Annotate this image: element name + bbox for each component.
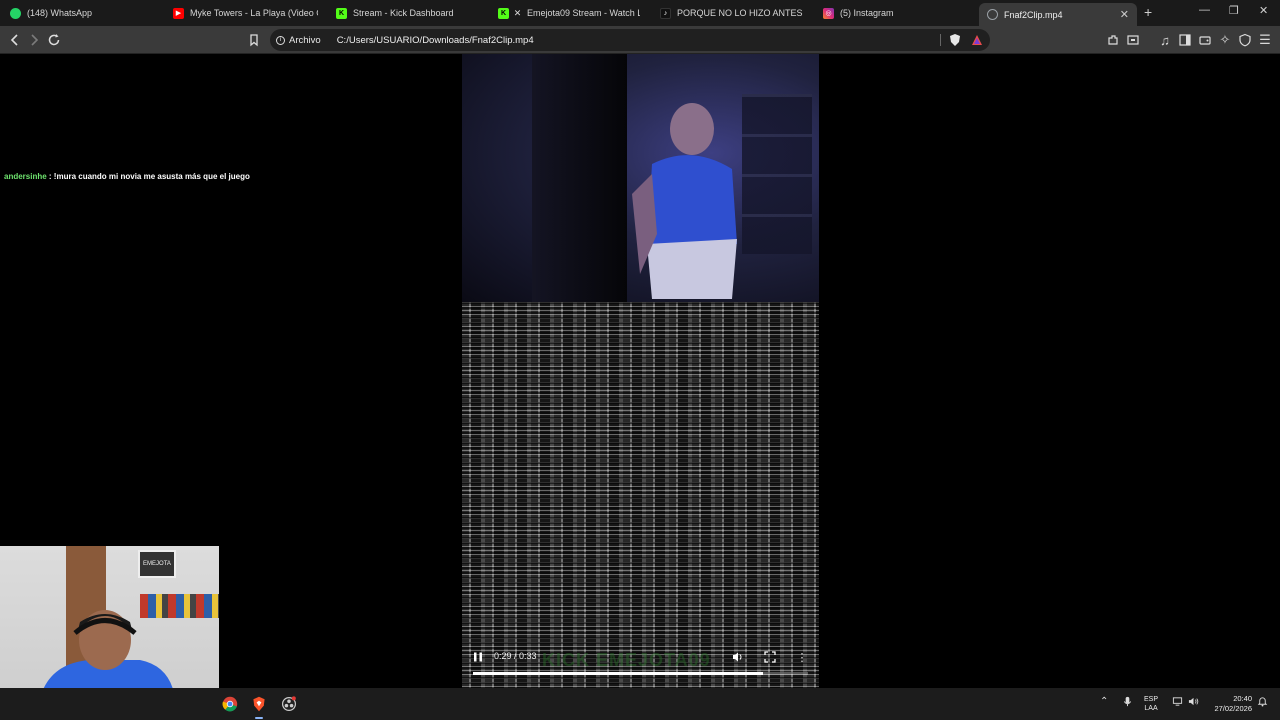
new-tab-button[interactable]: + [1144, 4, 1152, 20]
input-language-indicator[interactable]: ESP LAA [1144, 695, 1158, 713]
speaker-icon[interactable] [1188, 696, 1199, 710]
fullscreen-button[interactable] [762, 649, 778, 665]
notifications-icon[interactable] [1257, 696, 1268, 710]
tab-title: (148) WhatsApp [27, 8, 93, 18]
tab-instagram[interactable]: ◎ (5) Instagram [823, 0, 963, 26]
reload-icon [48, 34, 60, 46]
network-icon[interactable] [1172, 696, 1183, 710]
fullscreen-icon [764, 651, 776, 663]
bookmark-icon [250, 34, 258, 47]
video-player[interactable]: KICK EMEJOTA09 0:29 / 0:33 ⋮ [462, 54, 819, 688]
site-info-label: Archivo [289, 34, 321, 46]
menu-icon[interactable]: ☰ [1256, 31, 1274, 49]
muted-icon[interactable]: ✕ [512, 8, 523, 19]
restore-button[interactable]: ❐ [1229, 4, 1239, 17]
volume-icon [733, 652, 742, 662]
close-window-button[interactable]: ✕ [1259, 4, 1268, 17]
site-info-button[interactable]: i Archivo [276, 35, 321, 46]
leo-ai-icon[interactable]: ✧ [1216, 31, 1234, 49]
video-controls: 0:29 / 0:33 ⋮ [462, 642, 819, 688]
system-clock[interactable]: 20:40 27/02/2026 [1206, 694, 1252, 714]
divider [940, 34, 941, 46]
tab-title: Emejota09 Stream - Watch Live o [527, 8, 640, 18]
tab-youtube[interactable]: ▶ Myke Towers - La Playa (Video Oficial [173, 0, 318, 26]
kick-icon: K [336, 7, 347, 19]
tiktok-icon: ♪ [660, 7, 671, 19]
info-icon: i [276, 35, 285, 45]
whatsapp-icon [10, 7, 21, 19]
obs-taskbar-icon[interactable] [279, 694, 299, 714]
extensions-icon[interactable] [1104, 31, 1122, 49]
wallet-icon[interactable] [1196, 31, 1214, 49]
tab-title: Stream - Kick Dashboard [353, 8, 454, 18]
chat-username: andersinhe [4, 172, 47, 181]
tab-kick-stream[interactable]: K ✕ Emejota09 Stream - Watch Live o [498, 0, 640, 26]
streamer-figure [43, 610, 173, 688]
globe-icon [987, 9, 998, 20]
tab-whatsapp[interactable]: (148) WhatsApp [10, 0, 160, 26]
url-text[interactable]: C:/Users/USUARIO/Downloads/Fnaf2Clip.mp4 [337, 35, 534, 46]
video-frame-scene [462, 54, 819, 302]
forward-arrow-icon [31, 34, 39, 46]
browser-toolbar: i Archivo C:/Users/USUARIO/Downloads/Fna… [0, 26, 1280, 54]
vpn-shield-icon[interactable] [1236, 31, 1254, 49]
chrome-taskbar-icon[interactable] [220, 694, 240, 714]
keyboard-layout: LAA [1144, 705, 1158, 712]
pause-icon [474, 652, 482, 662]
tab-kick-dashboard[interactable]: K Stream - Kick Dashboard [336, 0, 486, 26]
time-display: 0:29 / 0:33 [494, 651, 537, 661]
reload-button[interactable] [45, 31, 63, 49]
page-content: andersinhe : !mura cuando mi novia me as… [0, 54, 1280, 688]
sidebar-icon[interactable] [1176, 31, 1194, 49]
youtube-icon: ▶ [173, 7, 184, 19]
seek-bar-progress [473, 672, 763, 675]
minimize-button[interactable]: — [1199, 4, 1210, 16]
tab-fnaf2clip[interactable]: Fnaf2Clip.mp4 ✕ [979, 3, 1137, 26]
microphone-icon[interactable] [1122, 696, 1133, 710]
wall-poster: EMEJOTA [138, 550, 176, 578]
person-figure [632, 103, 737, 299]
media-control-icon[interactable]: ♫ [1156, 31, 1174, 49]
kick-icon: K [498, 7, 509, 19]
screenshot-icon[interactable] [1124, 31, 1142, 49]
brave-rewards-icon[interactable] [968, 31, 986, 49]
instagram-icon: ◎ [823, 7, 834, 19]
show-hidden-icons-button[interactable]: ⌃ [1100, 696, 1108, 707]
bookmark-button[interactable] [245, 31, 263, 49]
clock-time: 20:40 [1233, 694, 1252, 703]
tab-strip: (148) WhatsApp ▶ Myke Towers - La Playa … [0, 0, 1280, 26]
windows-taskbar: ⌃ ESP LAA 20:40 27/02/2026 [0, 688, 1280, 720]
chat-message-text: !mura cuando mi novia me asusta más que … [53, 172, 250, 181]
forward-button[interactable] [25, 31, 43, 49]
chat-message-overlay: andersinhe : !mura cuando mi novia me as… [4, 172, 250, 181]
clock-date: 27/02/2026 [1214, 704, 1252, 713]
video-static-noise [462, 302, 819, 688]
back-button[interactable] [6, 31, 24, 49]
brave-shields-icon[interactable] [946, 31, 964, 49]
back-arrow-icon [10, 34, 18, 46]
volume-button[interactable] [730, 649, 746, 665]
tab-title: PORQUE NO LO HIZO ANTES | TikTo [677, 8, 805, 18]
webcam-overlay: EMEJOTA [0, 546, 219, 688]
tab-title: (5) Instagram [840, 8, 894, 18]
close-tab-icon[interactable]: ✕ [1120, 8, 1129, 21]
tab-title: Fnaf2Clip.mp4 [1004, 9, 1063, 20]
tab-title: Myke Towers - La Playa (Video Oficial [190, 8, 318, 18]
tab-tiktok[interactable]: ♪ PORQUE NO LO HIZO ANTES | TikTo [660, 0, 805, 26]
more-options-button[interactable]: ⋮ [794, 649, 810, 665]
address-bar[interactable]: i Archivo C:/Users/USUARIO/Downloads/Fna… [270, 29, 990, 51]
language-code: ESP [1144, 696, 1159, 703]
chat-separator: : [46, 172, 54, 181]
pause-button[interactable] [470, 649, 486, 665]
brave-taskbar-icon[interactable] [249, 694, 269, 719]
seek-bar[interactable] [473, 672, 808, 675]
